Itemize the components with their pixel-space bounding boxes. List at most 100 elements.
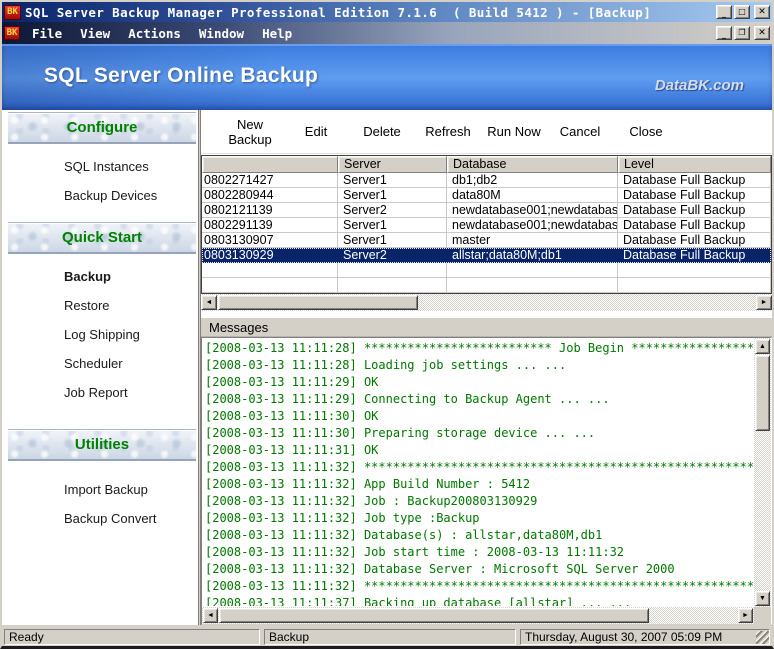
sidebar-item-scheduler[interactable]: Scheduler <box>8 349 198 378</box>
sidebar-section-quick-start: Quick StartBackupRestoreLog ShippingSche… <box>8 222 198 417</box>
table-cell <box>618 263 771 278</box>
messages-vscrollbar[interactable]: ▲ ▼ <box>754 338 771 607</box>
maximize-icon: □ <box>738 8 746 16</box>
sidebar-item-job-report[interactable]: Job Report <box>8 378 198 407</box>
table-cell: Server2 <box>338 248 447 263</box>
scroll-right-icon[interactable]: ► <box>738 608 753 623</box>
new-backup-button[interactable]: New Backup <box>217 117 283 147</box>
table-cell: Server1 <box>338 233 447 248</box>
delete-button[interactable]: Delete <box>349 117 415 147</box>
log-line: [2008-03-13 11:11:32] Job : Backup200803… <box>205 493 753 510</box>
log-line: [2008-03-13 11:11:30] Preparing storage … <box>205 425 753 442</box>
sidebar-item-backup[interactable]: Backup <box>8 262 198 291</box>
window-controls: _ □ ✕ <box>716 5 770 19</box>
column-header-level[interactable]: Level <box>618 156 771 173</box>
jobs-table: ServerDatabaseLevel 0802271427 Server1 db1… <box>201 155 772 294</box>
hscroll-thumb[interactable] <box>218 295 418 310</box>
mdi-restore-button[interactable]: ❐ <box>734 26 750 40</box>
table-row[interactable]: 0802291139Server1newdatabase001;newdatab… <box>202 218 771 233</box>
mdi-close-button[interactable]: ✕ <box>754 26 770 40</box>
sidebar-item-backup-devices[interactable]: Backup Devices <box>8 181 198 210</box>
sidebar: ConfigureSQL InstancesBackup DevicesQuic… <box>2 110 200 625</box>
close-icon: ✕ <box>758 8 766 17</box>
scroll-up-icon[interactable]: ▲ <box>755 339 770 354</box>
sidebar-item-sql-instances[interactable]: SQL Instances <box>8 152 198 181</box>
menu-file[interactable]: File <box>32 26 62 41</box>
column-header-database[interactable]: Database <box>447 156 618 173</box>
table-row[interactable]: 0803130929Server2allstar;data80M;db1Data… <box>202 248 771 263</box>
menu-help[interactable]: Help <box>262 26 292 41</box>
resize-grip[interactable] <box>756 631 769 644</box>
jobs-table-body: 0802271427 Server1 db1;db2 Database Full Ba… <box>202 173 771 293</box>
table-cell <box>338 278 447 293</box>
table-row[interactable]: 0802121139Server2newdatabase001;newdatab… <box>202 203 771 218</box>
table-row[interactable]: 0802271427Server1db1;db2Database Full Ba… <box>202 173 771 188</box>
log-line: [2008-03-13 11:11:32] Database Server : … <box>205 561 753 578</box>
close-button[interactable]: Close <box>613 117 679 147</box>
log-line: [2008-03-13 11:11:28] ******************… <box>205 340 753 357</box>
table-cell: db1;db2 <box>447 173 618 188</box>
messages-log[interactable]: [2008-03-13 11:11:28] ******************… <box>205 340 753 606</box>
sidebar-section-configure: ConfigureSQL InstancesBackup Devices <box>8 112 198 220</box>
edit-button[interactable]: Edit <box>283 117 349 147</box>
messages-hscrollbar[interactable]: ◄ ► <box>202 607 754 624</box>
sidebar-item-log-shipping[interactable]: Log Shipping <box>8 320 198 349</box>
minimize-button[interactable]: _ <box>716 5 732 19</box>
table-cell: newdatabase001;newdatabase00... <box>447 203 618 218</box>
main-panel: New BackupEditDeleteRefreshRun NowCancel… <box>200 110 772 625</box>
scroll-left-icon[interactable]: ◄ <box>203 608 218 623</box>
mdi-minimize-button[interactable]: _ <box>716 26 732 40</box>
sidebar-item-restore[interactable]: Restore <box>8 291 198 320</box>
table-cell: 0803130907 <box>202 233 338 248</box>
scrollbar-corner <box>754 607 771 624</box>
run-now-button[interactable]: Run Now <box>481 117 547 147</box>
mdi-minimize-icon: _ <box>722 31 726 39</box>
menu-items: File View Actions Window Help <box>32 26 716 41</box>
sidebar-item-list: SQL InstancesBackup Devices <box>8 144 198 220</box>
column-header-id[interactable] <box>202 156 338 173</box>
status-mode: Backup <box>264 629 516 645</box>
scroll-left-icon[interactable]: ◄ <box>201 295 217 310</box>
table-row[interactable]: 0802280944Server1data80MDatabase Full Ba… <box>202 188 771 203</box>
close-button[interactable]: ✕ <box>754 5 770 19</box>
jobs-table-hscrollbar[interactable]: ◄ ► <box>201 294 772 311</box>
hscroll-thumb[interactable] <box>219 608 649 623</box>
mdi-window-controls: _ ❐ ✕ <box>716 26 770 40</box>
menu-window[interactable]: Window <box>199 26 244 41</box>
table-cell <box>447 263 618 278</box>
mdi-child-icon[interactable]: BK <box>4 26 20 40</box>
sidebar-header-configure: Configure <box>8 112 196 144</box>
table-row-empty <box>202 263 771 278</box>
title-bar: BK SQL Server Backup Manager Professiona… <box>2 2 772 22</box>
scroll-down-icon[interactable]: ▼ <box>755 591 770 606</box>
table-cell <box>447 278 618 293</box>
table-row[interactable]: 0803130907Server1masterDatabase Full Bac… <box>202 233 771 248</box>
log-line: [2008-03-13 11:11:32] Job start time : 2… <box>205 544 753 561</box>
table-cell: Database Full Backup <box>618 233 771 248</box>
refresh-button[interactable]: Refresh <box>415 117 481 147</box>
sidebar-section-utilities: UtilitiesImport BackupBackup Convert <box>8 429 198 543</box>
column-header-server[interactable]: Server <box>338 156 447 173</box>
table-cell <box>618 278 771 293</box>
sidebar-item-import-backup[interactable]: Import Backup <box>8 475 198 504</box>
sidebar-item-backup-convert[interactable]: Backup Convert <box>8 504 198 533</box>
table-row-empty <box>202 278 771 293</box>
table-cell: 0803130929 <box>202 248 338 263</box>
vscroll-thumb[interactable] <box>755 355 770 431</box>
table-cell: 0802271427 <box>202 173 338 188</box>
menu-actions[interactable]: Actions <box>128 26 181 41</box>
table-cell <box>338 263 447 278</box>
scroll-right-icon[interactable]: ► <box>756 295 772 310</box>
menu-view[interactable]: View <box>80 26 110 41</box>
sidebar-item-list: BackupRestoreLog ShippingSchedulerJob Re… <box>8 254 198 417</box>
table-cell: Database Full Backup <box>618 218 771 233</box>
maximize-button[interactable]: □ <box>734 5 750 19</box>
banner-title: SQL Server Online Backup <box>44 64 318 88</box>
cancel-button[interactable]: Cancel <box>547 117 613 147</box>
status-ready: Ready <box>4 629 260 645</box>
log-line: [2008-03-13 11:11:32] ******************… <box>205 459 753 476</box>
mdi-close-icon: ✕ <box>758 29 766 38</box>
status-bar: Ready Backup Thursday, August 30, 2007 0… <box>2 627 772 646</box>
window-title: SQL Server Backup Manager Professional E… <box>25 5 716 20</box>
app-icon: BK <box>4 5 21 20</box>
